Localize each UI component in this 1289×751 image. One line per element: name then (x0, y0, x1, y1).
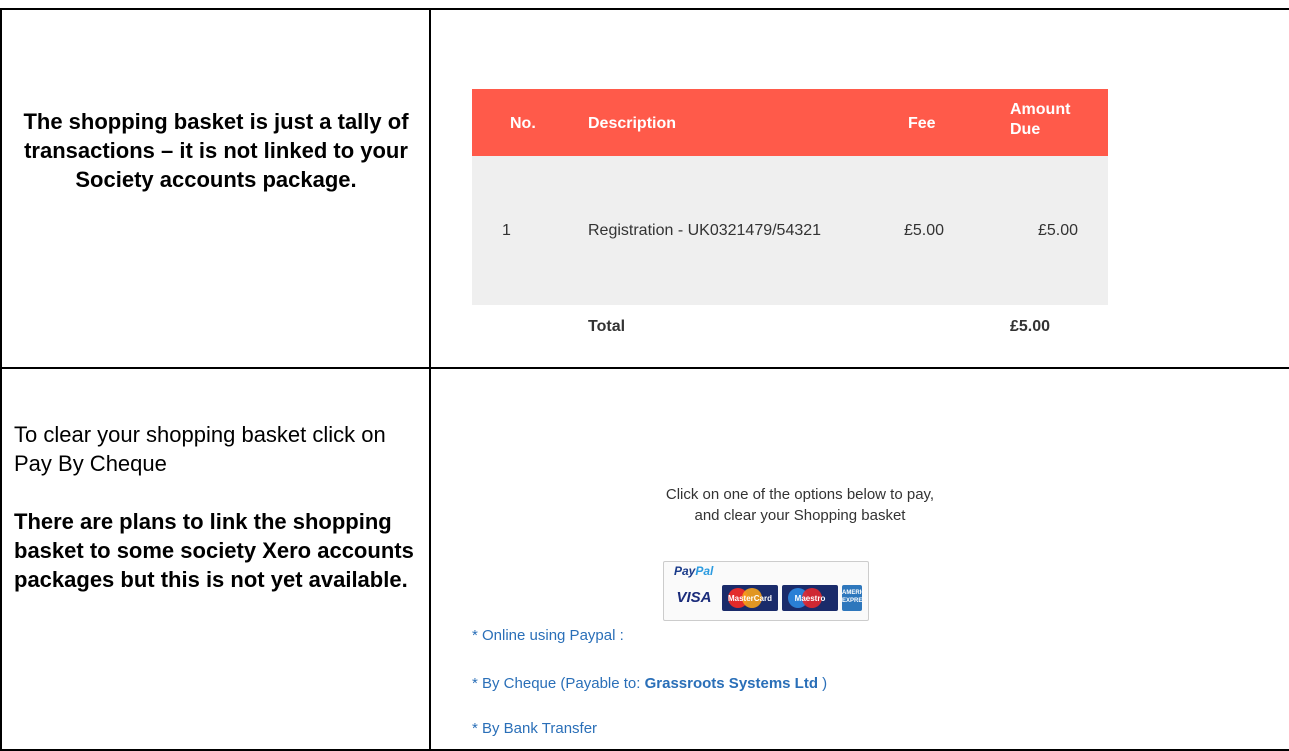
payment-intro-line2: and clear your Shopping basket (694, 507, 906, 524)
visa-card-icon: VISA (676, 589, 712, 606)
header-description: Description (588, 115, 677, 132)
table-row: 1 Registration - UK0321479/54321 £5.00 £… (472, 156, 1108, 305)
row-amount-due: £5.00 (1037, 222, 1078, 239)
total-label: Total (588, 318, 626, 335)
header-no: No. (510, 115, 536, 132)
row-description: Registration - UK0321479/54321 (588, 222, 822, 239)
mastercard-label: MasterCard (727, 594, 772, 603)
row-fee: £5.00 (904, 222, 945, 239)
table-border-top (0, 8, 1289, 10)
mastercard-icon: MasterCard (722, 585, 778, 611)
paypal-logo: PayPal (674, 564, 713, 578)
basket-total-row: Total £5.00 (472, 305, 1108, 345)
basket-header: No. Description Fee Amount Due (472, 89, 1108, 156)
header-amount-due: Amount Due (1010, 101, 1071, 138)
payment-intro: Click on one of the options below to pay… (560, 484, 1040, 526)
pay-by-bank-transfer-link[interactable]: * By Bank Transfer (472, 720, 597, 737)
paypal-logo-pay: Pay (674, 564, 696, 578)
payment-intro-line1: Click on one of the options below to pay… (665, 486, 935, 503)
maestro-icon: Maestro (782, 585, 838, 611)
basket-note: The shopping basket is just a tally of t… (23, 109, 409, 192)
table-column-divider (429, 8, 431, 751)
paypal-badge[interactable]: PayPal VISA MasterCard Maestro AMERICAN … (663, 561, 869, 621)
cheque-payee: Grassroots Systems Ltd (644, 675, 819, 692)
cheque-suffix: ) (818, 675, 828, 692)
header-fee: Fee (908, 115, 936, 132)
row-no: 1 (502, 222, 511, 239)
pay-by-cheque-link[interactable]: * By Cheque (Payable to: Grassroots Syst… (472, 675, 827, 692)
instructions-cell: To clear your shopping basket click on P… (14, 420, 418, 623)
paypal-logo-pal: Pal (695, 564, 714, 578)
pay-online-paypal-link[interactable]: * Online using Paypal : (472, 627, 624, 644)
clear-basket-instruction: To clear your shopping basket click on P… (14, 422, 386, 476)
shopping-basket-table: No. Description Fee Amount Due 1 Registr… (472, 89, 1108, 345)
table-border-middle (0, 367, 1289, 369)
maestro-label: Maestro (794, 594, 826, 603)
total-amount: £5.00 (1010, 318, 1051, 335)
amex-icon: AMERICAN EXPRESS (842, 585, 862, 611)
table-border-left (0, 8, 2, 751)
xero-plans-note: There are plans to link the shopping bas… (14, 509, 414, 592)
cheque-prefix: * By Cheque (Payable to: (472, 675, 645, 692)
